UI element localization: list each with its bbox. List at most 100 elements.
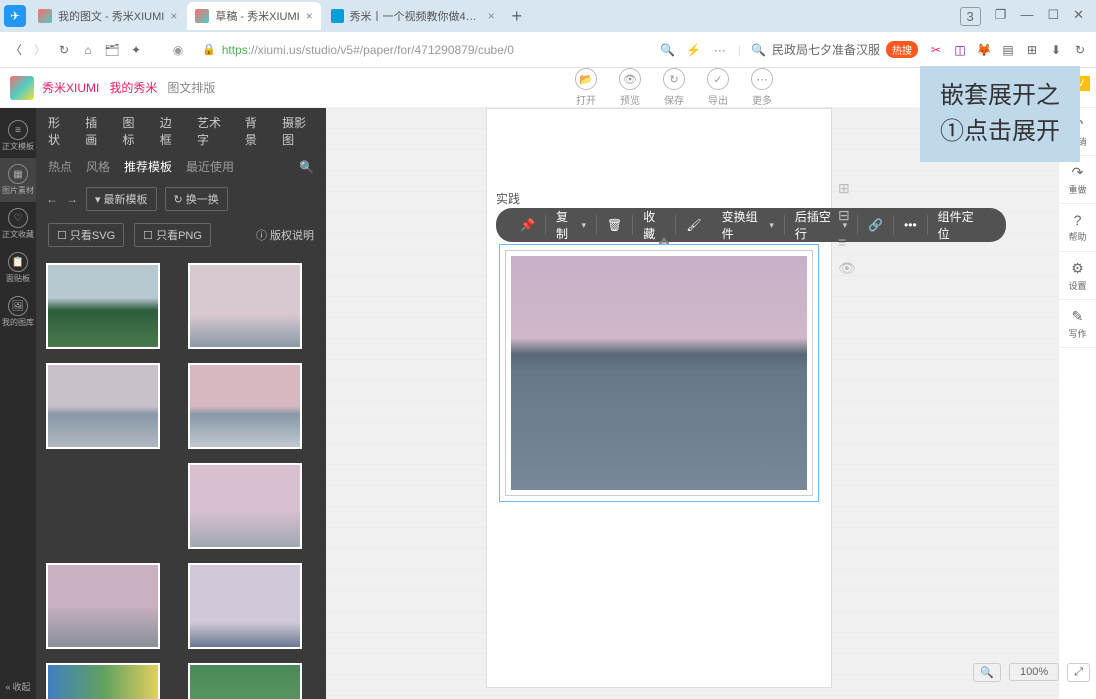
- app-actions: 📂打开 👁预览 ↻保存 ✓导出 ⋯更多: [575, 68, 773, 107]
- search-input[interactable]: 🔍 民政局七夕准备汉服 热搜: [751, 41, 918, 58]
- selected-element[interactable]: [499, 244, 819, 502]
- forward-icon[interactable]: 〉: [32, 42, 48, 58]
- download-icon[interactable]: ⬇: [1048, 42, 1064, 58]
- thumbnail[interactable]: [188, 263, 302, 349]
- ext-icon-1[interactable]: ◫: [952, 42, 968, 58]
- cat-tab[interactable]: 背景: [245, 114, 266, 154]
- latest-template-button[interactable]: ▾ 最新模板: [86, 187, 157, 211]
- cat-tab[interactable]: 边框: [160, 114, 181, 154]
- rail-my-gallery[interactable]: 🖼我的图库: [0, 290, 36, 334]
- more-icon[interactable]: ···: [712, 42, 728, 58]
- scissors-icon[interactable]: ✂: [928, 42, 944, 58]
- telegram-icon[interactable]: ✈: [4, 5, 26, 27]
- xiumi-logo[interactable]: [10, 76, 34, 100]
- settings-button[interactable]: ⚙设置: [1059, 252, 1096, 300]
- ext-icon-2[interactable]: 🦊: [976, 42, 992, 58]
- breadcrumb-item[interactable]: 我的秀米: [109, 79, 157, 96]
- delete-button[interactable]: 🗑: [597, 208, 632, 242]
- flash-icon[interactable]: ⚡: [686, 42, 702, 58]
- restore-icon[interactable]: ❐: [995, 7, 1007, 26]
- close-icon[interactable]: ×: [306, 9, 313, 23]
- thumbnail[interactable]: [188, 663, 302, 699]
- rail-clipboard[interactable]: 📋面贴板: [0, 246, 36, 290]
- browser-tab-1[interactable]: 草稿 - 秀米XIUMI ×: [187, 2, 320, 30]
- ext-icon-3[interactable]: ▤: [1000, 42, 1016, 58]
- search-icon[interactable]: 🔍: [299, 160, 314, 174]
- rail-favorites[interactable]: ♡正文收藏: [0, 202, 36, 246]
- zoom-level[interactable]: 100%: [1009, 663, 1059, 681]
- maximize-icon[interactable]: ☐: [1047, 7, 1059, 26]
- cat-tab[interactable]: 图标: [123, 114, 144, 154]
- thumbnail[interactable]: [46, 663, 160, 699]
- apps-icon[interactable]: ⊞: [1024, 42, 1040, 58]
- home-icon[interactable]: ⌂: [80, 42, 96, 58]
- write-button[interactable]: ✎写作: [1059, 300, 1096, 348]
- browser-tab-0[interactable]: 我的图文 - 秀米XIUMI ×: [30, 2, 185, 30]
- grid-icon-2[interactable]: ⊟: [838, 207, 856, 224]
- cat-tab[interactable]: 形状: [48, 114, 69, 154]
- format-button[interactable]: 🖌: [676, 208, 711, 242]
- export-button[interactable]: ✓导出: [707, 68, 729, 107]
- sub-tab[interactable]: 风格: [86, 158, 110, 175]
- breadcrumb-item[interactable]: 图文排版: [167, 79, 215, 96]
- rail-template[interactable]: ≡正文模板: [0, 114, 36, 158]
- puzzle-icon[interactable]: ✦: [128, 42, 144, 58]
- browser-tab-2[interactable]: 秀米丨一个视频教你做4种svg ×: [323, 2, 503, 30]
- close-window-icon[interactable]: ✕: [1073, 7, 1084, 26]
- minimize-icon[interactable]: —: [1020, 7, 1033, 26]
- rail-image-material[interactable]: ▦图片素材: [0, 158, 36, 202]
- thumbnail[interactable]: [188, 363, 302, 449]
- zoom-tool-icon[interactable]: ⤢: [1067, 663, 1090, 682]
- cat-tab[interactable]: 摄影图: [282, 114, 314, 154]
- cat-tab[interactable]: 插画: [85, 114, 106, 154]
- more-button[interactable]: ⋯更多: [751, 68, 773, 107]
- zoom-fit-icon[interactable]: 🔍: [973, 663, 1001, 682]
- redo-button[interactable]: ↷重做: [1059, 156, 1096, 204]
- copyright-link[interactable]: ⓘ 版权说明: [256, 227, 314, 243]
- next-icon[interactable]: →: [66, 192, 78, 206]
- sub-tab[interactable]: 最近使用: [186, 158, 234, 175]
- briefcase-icon[interactable]: 🗂: [104, 42, 120, 58]
- save-button[interactable]: ↻保存: [663, 68, 685, 107]
- close-icon[interactable]: ×: [488, 9, 495, 23]
- thumbnail[interactable]: [46, 563, 160, 649]
- help-button[interactable]: ?帮助: [1059, 204, 1096, 252]
- shuffle-button[interactable]: ↻ 换一换: [165, 187, 228, 211]
- search-icon[interactable]: 🔍: [660, 42, 676, 58]
- open-button[interactable]: 📂打开: [575, 68, 597, 107]
- canvas-area[interactable]: 实践 📌 复制 ▾ 🗑 收藏 🖌 变换组件 ▾ 后插空行 ▾ 🔗 ••• 组件定…: [326, 108, 1058, 699]
- more-button[interactable]: •••: [894, 208, 927, 242]
- grid-icon[interactable]: ⊞: [838, 180, 856, 197]
- sub-tab[interactable]: 推荐模板: [124, 158, 172, 175]
- breadcrumb-item[interactable]: 秀米XIUMI: [42, 79, 99, 96]
- preview-button[interactable]: 👁预览: [619, 68, 641, 107]
- sub-tab[interactable]: 热点: [48, 158, 72, 175]
- tab-counter[interactable]: 3: [960, 7, 981, 26]
- new-tab-button[interactable]: +: [505, 4, 529, 28]
- link-button[interactable]: 🔗: [858, 208, 893, 242]
- thumbnail[interactable]: [46, 363, 160, 449]
- rail-collapse[interactable]: « 收起: [3, 674, 32, 699]
- eye-icon[interactable]: 👁: [838, 260, 856, 277]
- thumbnail[interactable]: [46, 263, 160, 349]
- thumbnail[interactable]: [188, 463, 302, 549]
- url-box[interactable]: 🔒 https://xiumi.us/studio/v5#/paper/for/…: [194, 37, 634, 63]
- list-icon[interactable]: ≡: [838, 234, 856, 250]
- section-label: 实践: [496, 190, 520, 207]
- sync-icon[interactable]: ↻: [1072, 42, 1088, 58]
- locate-component-button[interactable]: 组件定位: [928, 208, 992, 242]
- close-icon[interactable]: ×: [170, 9, 177, 23]
- shield-icon[interactable]: ◉: [170, 42, 186, 58]
- filter-bar: ← → ▾ 最新模板 ↻ 换一换: [36, 183, 326, 219]
- back-icon[interactable]: 〈: [8, 42, 24, 58]
- reload-icon[interactable]: ↻: [56, 42, 72, 58]
- cat-tab[interactable]: 艺术字: [197, 114, 229, 154]
- copy-button[interactable]: 复制 ▾: [546, 208, 596, 242]
- only-svg-button[interactable]: ☐ 只看SVG: [48, 223, 124, 247]
- only-png-button[interactable]: ☐ 只看PNG: [134, 223, 211, 247]
- transform-button[interactable]: 变换组件 ▾: [712, 208, 784, 242]
- prev-icon[interactable]: ←: [46, 192, 58, 206]
- thumbnail[interactable]: [188, 563, 302, 649]
- pin-button[interactable]: 📌: [510, 208, 545, 242]
- address-bar: 〈 〉 ↻ ⌂ 🗂 ✦ ◉ 🔒 https://xiumi.us/studio/…: [0, 32, 1096, 68]
